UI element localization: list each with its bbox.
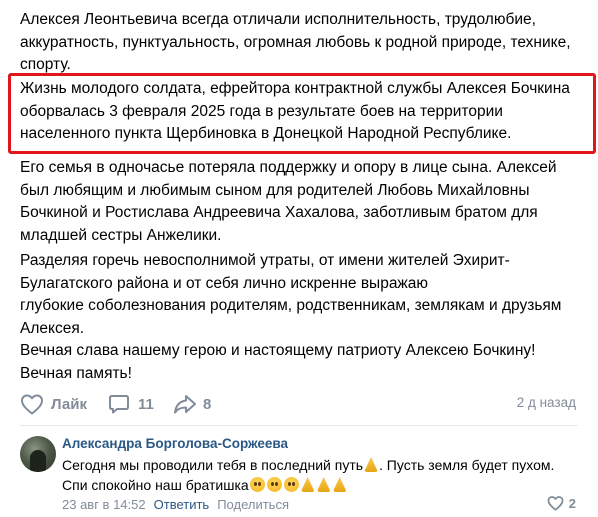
post-line: Жизнь молодого солдата, ефрейтора контра… — [20, 80, 570, 97]
post-paragraph-3: Его семья в одночасье потеряла поддержку… — [20, 157, 590, 247]
comment-like-button[interactable]: 2 — [547, 495, 576, 511]
post-line: Булагатского района и от себя лично искр… — [20, 274, 429, 292]
comment-meta: 23 авг в 14:52 Ответить Поделиться — [62, 497, 289, 512]
comment-bubble-icon — [109, 395, 129, 414]
post-line: Вечная слава нашему герою и настоящему п… — [20, 342, 536, 359]
like-button[interactable]: Лайк — [20, 391, 87, 417]
post-line: глубокие соболезнования родителям, родст… — [20, 297, 562, 314]
post-line: Алексея Леонтьевича всегда отличали испо… — [20, 11, 536, 28]
comment-text: Сегодня мы проводили тебя в последний пу… — [62, 455, 554, 495]
praying-hands-icon — [300, 477, 315, 492]
post-paragraph-4: Разделяя горечь невосполнимой утраты, от… — [20, 250, 590, 385]
praying-hands-icon — [316, 477, 331, 492]
comments-button[interactable]: 11 — [108, 391, 154, 417]
comment-line-2-text: Спи спокойно наш братишка — [62, 477, 249, 493]
comment-line-1-text: Сегодня мы проводили тебя в последний пу… — [62, 457, 364, 473]
shares-count: 8 — [203, 395, 212, 413]
post-line: был любящим и любимым сыном для родителе… — [20, 181, 530, 199]
pleading-face-icon — [249, 477, 265, 492]
post-line: оборвалась 3 февраля 2025 года в результ… — [20, 102, 503, 120]
post-timestamp[interactable]: 2 д назад — [517, 395, 576, 410]
post-actions-bar: Лайк 11 8 2 д назад — [0, 391, 598, 417]
praying-hands-icon — [332, 477, 347, 492]
comment-line-2: Спи спокойно наш братишка — [62, 475, 554, 495]
comment-date[interactable]: 23 авг в 14:52 — [62, 497, 146, 512]
post-paragraph-1: Алексея Леонтьевича всегда отличали испо… — [20, 9, 590, 77]
divider — [20, 425, 578, 426]
reply-link[interactable]: Ответить — [154, 497, 210, 512]
post-line: Его семья в одночасье потеряла поддержку… — [20, 159, 557, 176]
post-line: Вечная память! — [20, 364, 132, 382]
pleading-face-icon — [283, 477, 299, 492]
comment-likes-count: 2 — [568, 495, 576, 511]
post-line: младшей сестры Анжелики. — [20, 226, 222, 244]
post-line: населенного пункта Щербиновка в Донецкой… — [20, 125, 512, 142]
comment-line-1: Сегодня мы проводили тебя в последний пу… — [62, 455, 554, 475]
heart-icon — [21, 394, 43, 415]
pleading-face-icon — [266, 477, 282, 492]
post-line: Бочкиной и Ростислава Андреевича Хахалов… — [20, 204, 538, 221]
post-line: Разделяя горечь невосполнимой утраты, от… — [20, 252, 510, 269]
post-paragraph-2: Жизнь молодого солдата, ефрейтора контра… — [20, 78, 590, 146]
heart-icon — [547, 496, 564, 511]
like-label: Лайк — [51, 395, 87, 413]
share-arrow-icon — [174, 395, 196, 414]
praying-hands-icon — [364, 457, 379, 472]
post-line: аккуратность, пунктуальность, огромная л… — [20, 33, 571, 51]
comment-line-1-tail: . Пусть земля будет пухом. — [379, 457, 555, 473]
comment-author[interactable]: Александра Борголова-Соржеева — [62, 436, 288, 451]
post-line: Алексея. — [20, 319, 85, 337]
avatar[interactable] — [20, 436, 56, 472]
share-button[interactable]: 8 — [173, 391, 211, 417]
comments-count: 11 — [138, 395, 154, 413]
comment-share-link[interactable]: Поделиться — [217, 497, 289, 512]
